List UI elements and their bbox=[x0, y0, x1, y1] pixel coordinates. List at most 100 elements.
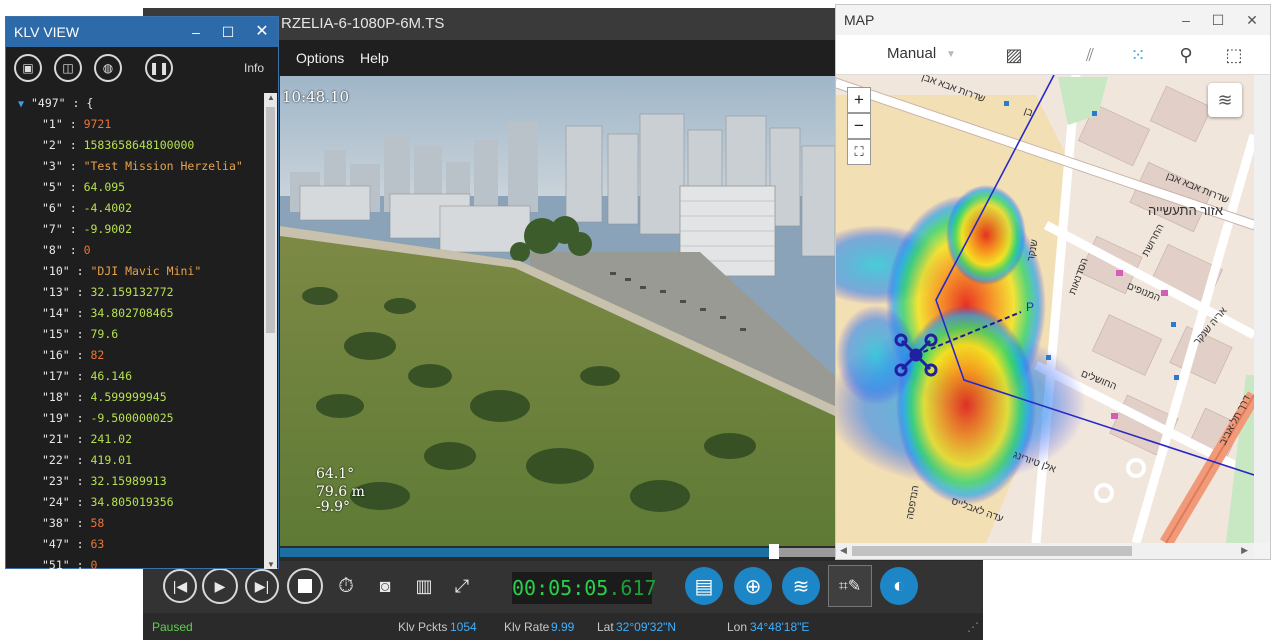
skip-previous-icon: |◀ bbox=[172, 577, 188, 594]
klv-row[interactable]: "16" : 82 bbox=[42, 345, 104, 365]
klv-row[interactable]: "51" : 0 bbox=[42, 555, 97, 569]
status-state: Paused bbox=[152, 620, 193, 634]
klv-row[interactable]: "14" : 34.802708465 bbox=[42, 303, 174, 323]
map-scroll-thumb[interactable] bbox=[852, 546, 1132, 556]
layers-button[interactable]: ≋ bbox=[782, 567, 820, 605]
klv-maximize-button[interactable]: ☐ bbox=[214, 17, 242, 47]
status-packets-value: 1054 bbox=[450, 620, 477, 634]
globe-button[interactable]: ⊕ bbox=[734, 567, 772, 605]
klv-row[interactable]: "8" : 0 bbox=[42, 240, 91, 260]
klv-row-separator: : bbox=[62, 117, 84, 131]
klv-row[interactable]: "15" : 79.6 bbox=[42, 324, 118, 344]
klv-tree[interactable]: ▼ "497" : { "1" : 9721 "2" : 158365864810… bbox=[6, 93, 264, 569]
klv-row[interactable]: "1" : 9721 bbox=[42, 114, 111, 134]
skip-next-button[interactable]: ▶| bbox=[245, 569, 279, 603]
menu-options[interactable]: Options bbox=[296, 40, 344, 76]
klv-close-button[interactable]: ✕ bbox=[248, 17, 276, 47]
map-maximize-button[interactable]: ☐ bbox=[1204, 5, 1232, 35]
klv-row-value: 34.802708465 bbox=[90, 306, 174, 320]
resize-grip-icon[interactable]: ⋰ bbox=[967, 615, 979, 640]
map-zoom-in-button[interactable]: + bbox=[847, 87, 871, 113]
klv-row-separator: : bbox=[69, 474, 91, 488]
klv-pause-button[interactable]: ❚❚ bbox=[145, 54, 173, 82]
map-zoom-tool-button[interactable]: ⚲ bbox=[1172, 41, 1200, 69]
klv-map-button[interactable]: ◫ bbox=[54, 54, 82, 82]
klv-row[interactable]: "17" : 46.146 bbox=[42, 366, 132, 386]
klv-row[interactable]: "7" : -9.9002 bbox=[42, 219, 132, 239]
map-grid-button[interactable]: ⁙ bbox=[1124, 41, 1152, 69]
map-minimize-button[interactable]: ‒ bbox=[1172, 5, 1200, 35]
progress-bar[interactable] bbox=[280, 548, 835, 557]
status-rate-label: Klv Rate bbox=[504, 620, 550, 634]
map-layers-button[interactable]: ≋ bbox=[1208, 83, 1242, 117]
fullscreen-button[interactable]: ⤢ bbox=[445, 569, 479, 603]
map-horizontal-scrollbar[interactable]: ◀ ▶ bbox=[836, 543, 1254, 559]
osd-pitch: -9.9° bbox=[316, 499, 350, 515]
scroll-up-icon[interactable]: ▲ bbox=[267, 93, 275, 102]
map-vertical-scrollbar[interactable] bbox=[1254, 75, 1270, 543]
klv-toolbar: ▣ ◫ ◍ ❚❚ Info bbox=[6, 47, 278, 89]
klv-row[interactable]: "6" : -4.4002 bbox=[42, 198, 132, 218]
klv-row-key: "18" bbox=[42, 390, 70, 404]
klv-row[interactable]: "21" : 241.02 bbox=[42, 429, 132, 449]
klv-row[interactable]: "18" : 4.599999945 bbox=[42, 387, 167, 407]
klv-row[interactable]: "24" : 34.805019356 bbox=[42, 492, 174, 512]
klv-row[interactable]: "3" : "Test Mission Herzelia" bbox=[42, 156, 243, 176]
stats-button[interactable]: ▥ bbox=[407, 569, 441, 603]
globe-icon: ⊕ bbox=[744, 575, 762, 598]
timer-button[interactable]: ⏱ bbox=[329, 569, 363, 603]
klv-row-separator: : bbox=[62, 180, 84, 194]
expand-arrow-icon[interactable]: ▼ bbox=[18, 99, 24, 110]
klv-root-node[interactable]: ▼ "497" : { bbox=[18, 93, 93, 113]
map-image-button[interactable]: ▨ bbox=[1000, 41, 1028, 69]
klv-row[interactable]: "38" : 58 bbox=[42, 513, 104, 533]
klv-row[interactable]: "10" : "DJI Mavic Mini" bbox=[42, 261, 201, 281]
tools-button[interactable]: ⌗✎ bbox=[828, 565, 872, 607]
klv-row-separator: : bbox=[69, 432, 91, 446]
klv-info-label[interactable]: Info bbox=[244, 61, 264, 75]
map-zoom-out-button[interactable]: − bbox=[847, 113, 871, 139]
sync-button[interactable]: ◐ bbox=[880, 567, 918, 605]
klv-row-key: "23" bbox=[42, 474, 70, 488]
globe-icon: ◍ bbox=[102, 61, 114, 75]
klv-scroll-thumb[interactable] bbox=[266, 107, 275, 333]
menu-help[interactable]: Help bbox=[360, 40, 389, 76]
scroll-right-icon[interactable]: ▶ bbox=[1241, 545, 1248, 556]
map-mode-select[interactable]: Manual bbox=[887, 45, 936, 62]
progress-thumb[interactable] bbox=[768, 544, 779, 559]
play-icon: ▶ bbox=[214, 577, 226, 594]
klv-row-key: "17" bbox=[42, 369, 70, 383]
map-hatch-button[interactable]: ⫽ bbox=[1076, 41, 1104, 69]
klv-row[interactable]: "23" : 32.15989913 bbox=[42, 471, 167, 491]
klv-row[interactable]: "19" : -9.500000025 bbox=[42, 408, 174, 428]
map-fit-text-button[interactable]: ⬚ bbox=[1220, 41, 1248, 69]
klv-scrollbar[interactable]: ▲ ▼ bbox=[264, 93, 277, 569]
klv-globe-button[interactable]: ◍ bbox=[94, 54, 122, 82]
chevron-down-icon[interactable]: ▼ bbox=[946, 49, 956, 60]
snapshot-button[interactable]: ◙ bbox=[368, 569, 402, 603]
play-button[interactable]: ▶ bbox=[202, 568, 238, 604]
klv-row-value: 58 bbox=[90, 516, 105, 530]
map-close-button[interactable]: ✕ bbox=[1238, 5, 1266, 35]
klv-row-key: "15" bbox=[42, 327, 70, 341]
map-canvas[interactable]: P + − ⛶ ≋ שדרות אבא אבן בן אזור התעשייה … bbox=[836, 75, 1254, 543]
scroll-down-icon[interactable]: ▼ bbox=[267, 560, 275, 569]
klv-view-button[interactable]: ▤ bbox=[685, 567, 723, 605]
map-fullscreen-button[interactable]: ⛶ bbox=[847, 139, 871, 165]
stop-button[interactable] bbox=[287, 568, 323, 604]
scroll-left-icon[interactable]: ◀ bbox=[840, 545, 847, 556]
timecode-ms: .617 bbox=[608, 576, 657, 600]
klv-row[interactable]: "13" : 32.159132772 bbox=[42, 282, 174, 302]
klv-row[interactable]: "5" : 64.095 bbox=[42, 177, 125, 197]
klv-minimize-button[interactable]: ‒ bbox=[182, 17, 210, 47]
klv-save-button[interactable]: ▣ bbox=[14, 54, 42, 82]
klv-row[interactable]: "47" : 63 bbox=[42, 534, 104, 554]
map-window: MAP ‒ ☐ ✕ Manual ▼ ▨ ⫽ ⁙ ⚲ ⬚ P + − ⛶ ≋ ש… bbox=[835, 4, 1271, 560]
klv-row-value: 32.15989913 bbox=[90, 474, 167, 488]
klv-row[interactable]: "2" : 1583658648100000 bbox=[42, 135, 194, 155]
video-frame[interactable]: 10:48.10 64.1° 79.6 m -9.9° bbox=[280, 76, 835, 546]
klv-row-value: 419.01 bbox=[90, 453, 133, 467]
klv-row[interactable]: "22" : 419.01 bbox=[42, 450, 132, 470]
skip-previous-button[interactable]: |◀ bbox=[163, 569, 197, 603]
klv-row-separator: : bbox=[69, 390, 91, 404]
